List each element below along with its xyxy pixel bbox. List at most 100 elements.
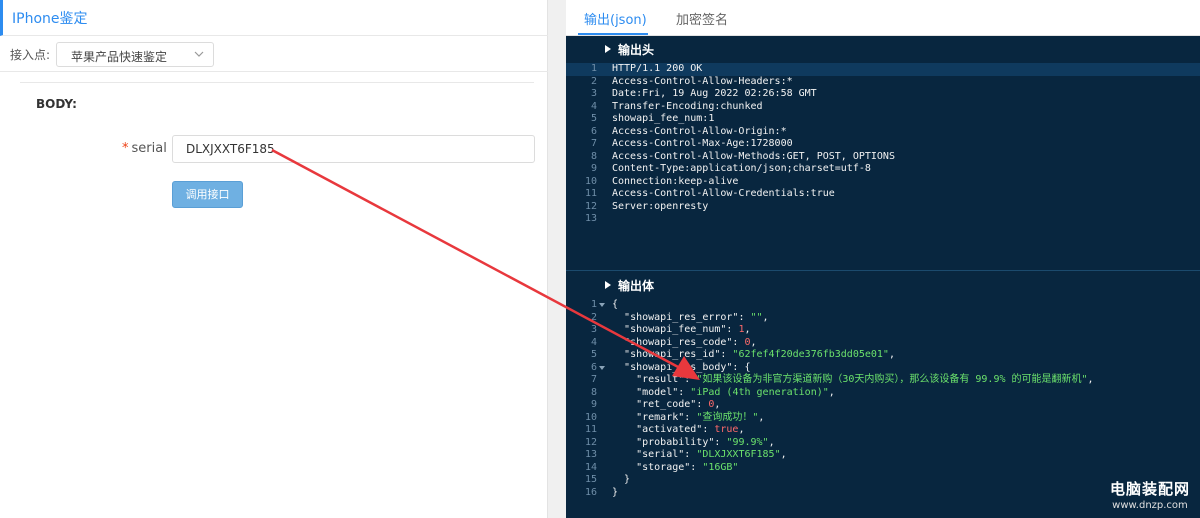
code-line: 5 showapi_fee_num:1: [566, 113, 1200, 126]
json-line: "ret_code": 0,: [612, 399, 720, 412]
tab-output-json[interactable]: 输出(json): [584, 9, 647, 28]
code-line: 10 "remark": "查询成功！",: [566, 412, 1200, 425]
json-key: "remark": [636, 411, 685, 423]
json-line: }: [612, 487, 618, 500]
code-line: 1 HTTP/1.1 200 OK: [566, 63, 1200, 76]
line-number: 10: [584, 411, 597, 423]
response-panel: 输出(json) 加密签名 输出头 1 HTTP/1.1 200 OK 2 Acces…: [566, 0, 1200, 518]
header-line-text: Connection:keep-alive: [612, 175, 739, 187]
header-line-text: HTTP/1.1 200 OK: [612, 63, 703, 74]
json-key: "probability": [636, 436, 715, 448]
header-line-text: Access-Control-Allow-Origin:*: [612, 125, 787, 137]
line-number: 8: [590, 386, 597, 398]
json-key: "showapi_res_code": [624, 336, 733, 348]
endpoint-label: 接入点:: [10, 48, 51, 62]
code-line: 4 Transfer-Encoding:chunked: [566, 101, 1200, 114]
chevron-down-icon: [194, 51, 204, 57]
body-code-view[interactable]: 1{2 "showapi_res_error": "", 3 "showapi_f…: [566, 299, 1200, 499]
code-line: 6 Access-Control-Allow-Origin:*: [566, 126, 1200, 139]
line-number: 7: [590, 138, 597, 149]
tab-signature[interactable]: 加密签名: [676, 9, 728, 28]
json-key: "showapi_res_id": [624, 349, 721, 360]
line-number: 9: [590, 399, 597, 410]
line-number: 7: [590, 374, 597, 385]
json-line: "showapi_res_id": "62fef4f20de376fb3dd05…: [612, 349, 895, 362]
json-line: {: [612, 299, 618, 312]
json-comma: ,: [888, 349, 895, 360]
json-comma: ,: [714, 399, 721, 410]
serial-input[interactable]: [172, 135, 535, 163]
panel-title: IPhone鉴定: [12, 11, 88, 27]
json-colon: :: [678, 386, 691, 398]
endpoint-select-value: 苹果产品快速鉴定: [71, 50, 168, 64]
headers-section-title: 输出头: [618, 43, 655, 57]
fold-toggle-icon[interactable]: [599, 365, 605, 370]
json-key: "ret_code": [636, 399, 697, 410]
json-value: "DLXJXXT6F185": [696, 449, 781, 460]
json-value: }: [624, 474, 631, 485]
header-line-text: Access-Control-Max-Age:1728000: [612, 138, 793, 149]
code-line: 12 "probability": "99.9%",: [566, 437, 1200, 450]
json-colon: :: [684, 449, 697, 460]
json-value: "查询成功！": [696, 411, 759, 423]
json-value: {: [744, 361, 751, 373]
json-colon: :: [738, 311, 751, 323]
json-comma: ,: [738, 424, 745, 435]
line-number: 5: [590, 349, 597, 360]
code-line: 9 Content-Type:application/json;charset=u…: [566, 163, 1200, 176]
line-number: 16: [584, 486, 597, 498]
response-tabs: 输出(json) 加密签名: [566, 0, 1200, 36]
endpoint-row: 接入点: 苹果产品快速鉴定: [0, 36, 548, 72]
active-tab-indicator: [578, 33, 648, 35]
json-colon: :: [702, 424, 715, 435]
json-line: "activated": true,: [612, 424, 745, 437]
line-number: 5: [590, 113, 597, 124]
json-key: "activated": [636, 424, 703, 435]
json-value: "16GB": [702, 461, 739, 473]
header-line-text: Server:openresty: [612, 200, 709, 212]
serial-field-label: * serial: [122, 141, 167, 156]
line-number: 2: [590, 311, 597, 323]
json-value: "99.9%": [726, 436, 769, 448]
json-colon: :: [726, 324, 739, 335]
json-key: "showapi_res_body": [624, 361, 733, 373]
json-key: "model": [636, 386, 679, 398]
json-colon: :: [684, 374, 697, 385]
header-line-text: showapi_fee_num:1: [612, 113, 715, 124]
json-comma: ,: [768, 436, 775, 448]
json-colon: :: [714, 436, 727, 448]
split-gutter[interactable]: [549, 0, 566, 518]
line-number: 1: [590, 63, 597, 74]
headers-code-view[interactable]: 1 HTTP/1.1 200 OK 2 Access-Control-Allow-He…: [566, 63, 1200, 226]
section-divider: [566, 270, 1200, 271]
caret-right-icon: [605, 281, 611, 289]
code-line: 8 Access-Control-Allow-Methods:GET, POST,…: [566, 151, 1200, 164]
json-key: "showapi_res_error": [624, 311, 739, 323]
code-line: 11 "activated": true,: [566, 424, 1200, 437]
code-line: 7 "result": "如果该设备为非官方渠道新购（30天内购买），那么该设备…: [566, 374, 1200, 387]
json-colon: :: [684, 411, 697, 423]
line-number: 6: [590, 125, 597, 137]
body-section-toggle[interactable]: 输出体: [566, 273, 1200, 297]
code-line: 6 "showapi_res_body": {: [566, 362, 1200, 375]
endpoint-select[interactable]: 苹果产品快速鉴定: [56, 42, 214, 67]
headers-section-toggle[interactable]: 输出头: [566, 37, 1200, 61]
json-line: "result": "如果该设备为非官方渠道新购（30天内购买），那么该设备有 …: [612, 374, 1093, 387]
app-root: IPhone鉴定 接入点: 苹果产品快速鉴定 BODY: *serial 调用接…: [0, 0, 1200, 518]
line-number: 4: [590, 100, 597, 112]
call-api-button[interactable]: 调用接口: [172, 181, 243, 208]
json-comma: ,: [744, 324, 751, 335]
header-line-text: Date:Fri, 19 Aug 2022 02:26:58 GMT: [612, 88, 817, 99]
line-number: 12: [584, 200, 597, 212]
json-comma: ,: [750, 336, 757, 348]
line-number: 13: [584, 213, 597, 224]
code-line: 8 "model": "iPad (4th generation)",: [566, 387, 1200, 400]
line-number: 15: [584, 474, 597, 485]
line-number: 10: [584, 175, 597, 187]
fold-toggle-icon[interactable]: [599, 303, 605, 307]
json-value: {: [612, 299, 619, 310]
line-number: 1: [590, 299, 597, 310]
json-comma: ,: [828, 386, 835, 398]
watermark: 电脑装配网 www.dnzp.com: [1110, 478, 1190, 511]
code-line: 13 "serial": "DLXJXXT6F185",: [566, 449, 1200, 462]
